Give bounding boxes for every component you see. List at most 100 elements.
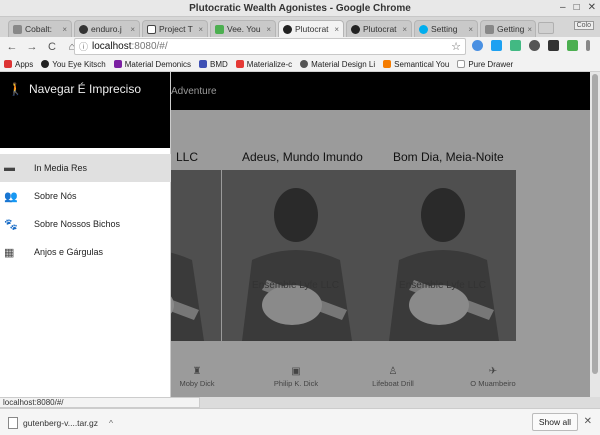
browser-tab[interactable]: Project T ×: [142, 20, 208, 37]
bottom-nav-item[interactable]: ✈ O Muambeiro: [453, 366, 533, 388]
airplane-icon: ✈: [488, 366, 498, 377]
menu-icon[interactable]: [586, 40, 590, 51]
bookmark-item[interactable]: Semantical You: [383, 60, 449, 69]
bookmark-label: BMD: [210, 59, 228, 69]
bookmark-label: Pure Drawer: [468, 59, 514, 69]
bookmark-item[interactable]: Material Design Li: [300, 60, 375, 69]
drawer-item-label: Anjos e Gárgulas: [34, 247, 104, 257]
bottom-nav-item[interactable]: ♙ Lifeboat Drill: [353, 366, 433, 388]
bottom-nav-item[interactable]: ▣ Philip K. Dick: [256, 366, 336, 388]
vue-icon: [215, 24, 224, 34]
drawer-item-sobre-nossos-bichos[interactable]: 🐾 Sobre Nossos Bichos: [0, 210, 171, 238]
bookmark-label: Apps: [15, 59, 34, 69]
tab-close-icon[interactable]: ×: [130, 25, 135, 34]
tab-label: Cobalt:: [25, 24, 52, 34]
chevron-up-icon[interactable]: ^: [109, 418, 113, 428]
bottom-nav-label: Philip K. Dick: [273, 379, 319, 388]
bookmark-item[interactable]: Apps: [4, 60, 33, 69]
extension-icon[interactable]: [548, 40, 559, 51]
bottom-nav-label: O Muambeiro: [470, 379, 516, 388]
browser-tab[interactable]: Vee. You ×: [210, 20, 276, 37]
bookmark-star-icon[interactable]: ☆: [451, 40, 461, 53]
browser-tab[interactable]: Plutocrat ×: [346, 20, 412, 37]
tab-close-icon[interactable]: ×: [527, 25, 532, 34]
drawer-item-anjos-e-gargulas[interactable]: ▦ Anjos e Gárgulas: [0, 238, 171, 266]
bookmark-label: Material Demonics: [124, 59, 191, 69]
extension-icon[interactable]: [529, 40, 540, 51]
biohazard-icon: [351, 24, 360, 34]
browser-tab[interactable]: Getting ×: [480, 20, 536, 37]
browser-tab[interactable]: Cobalt: ×: [8, 20, 72, 37]
close-window-button[interactable]: ✕: [588, 2, 596, 13]
card-photo[interactable]: Ensemble Lyfe LLC: [369, 170, 516, 341]
bookmark-item[interactable]: Pure Drawer: [457, 60, 513, 69]
browser-tab[interactable]: Setting ×: [414, 20, 478, 37]
tab-close-icon[interactable]: ×: [62, 25, 67, 34]
bookmark-label: Semantical You: [394, 59, 450, 69]
bookmark-label: Material Design Li: [311, 59, 376, 69]
tab-close-icon[interactable]: ×: [334, 25, 339, 34]
bookmark-item[interactable]: Material Demonics: [113, 59, 191, 69]
tab-label: Setting: [431, 24, 458, 34]
download-filename: gutenberg-v....tar.gz: [23, 417, 98, 428]
tab-label: Vee. You: [227, 24, 261, 34]
drawer-header: 🚶 Navegar É Impreciso: [0, 72, 170, 148]
bookmark-label: Materialize-c: [246, 59, 293, 69]
drawer-item-label: In Media Res: [34, 163, 88, 173]
bookmark-item[interactable]: You Eye Kitsch: [41, 60, 106, 69]
forward-button[interactable]: →: [26, 41, 38, 53]
bookmark-favicon-icon: [41, 60, 50, 68]
bookmark-item[interactable]: Materialize-c: [235, 59, 293, 69]
card-caption: Ensemble Lyfe LLC: [252, 280, 339, 291]
card-title: LLC: [176, 150, 199, 164]
tab-favicon-icon: [79, 24, 88, 34]
info-icon[interactable]: ⓘ: [79, 40, 88, 53]
file-icon: [8, 416, 18, 429]
guitarist-photo: [369, 170, 516, 341]
bookmark-favicon-icon: [300, 60, 309, 68]
guitarist-photo: [222, 170, 369, 341]
tab-label: Project T: [159, 24, 193, 34]
biohazard-icon: [283, 24, 292, 34]
bottom-nav-label: Lifeboat Drill: [372, 379, 414, 388]
new-tab-button[interactable]: [538, 22, 554, 34]
maximize-button[interactable]: □: [574, 2, 580, 13]
card-caption: Ensemble Lyfe LLC: [399, 280, 486, 291]
card-title: Bom Dia, Meia-Noite: [393, 150, 504, 164]
card-photo[interactable]: Ensemble Lyfe LLC: [222, 170, 369, 341]
browser-tab[interactable]: enduro.j ×: [74, 20, 140, 37]
download-shelf: gutenberg-v....tar.gz ^ Show all ✕: [0, 408, 600, 435]
browser-tab-active[interactable]: Plutocrat ×: [278, 20, 344, 37]
train-icon: ▬: [4, 162, 15, 174]
section-title[interactable]: Adventure: [171, 86, 217, 97]
tab-close-icon[interactable]: ×: [198, 25, 203, 34]
drawer-item-in-media-res[interactable]: ▬ In Media Res: [0, 154, 171, 182]
twitter-icon[interactable]: [491, 40, 502, 51]
scrollbar-thumb[interactable]: [592, 74, 598, 374]
reload-button[interactable]: C: [46, 41, 58, 53]
package-icon: ▣: [291, 366, 301, 377]
web-page: Adventure LLC Adeus, Mundo Imundo Bom Di…: [0, 72, 590, 397]
back-button[interactable]: ←: [6, 41, 18, 53]
show-all-button[interactable]: Show all: [531, 413, 578, 431]
tab-label: Plutocrat: [295, 24, 329, 34]
vue-devtools-icon[interactable]: [472, 40, 483, 51]
page-scrollbar[interactable]: [590, 72, 600, 397]
tab-strip: Cobalt: × enduro.j × Project T × Vee. You ×…: [0, 17, 600, 37]
download-item[interactable]: gutenberg-v....tar.gz ^: [8, 414, 128, 431]
address-bar[interactable]: ⓘ localhost:8080/#/ ☆: [74, 38, 466, 55]
tab-close-icon[interactable]: ×: [402, 25, 407, 34]
drawer-item-sobre-nos[interactable]: 👥 Sobre Nós: [0, 182, 171, 210]
close-shelf-button[interactable]: ✕: [584, 416, 592, 427]
tab-close-icon[interactable]: ×: [468, 25, 473, 34]
url-path: :8080/#/: [131, 41, 168, 52]
shield-icon[interactable]: [567, 40, 578, 51]
bookmark-item[interactable]: BMD: [199, 60, 228, 69]
profile-button[interactable]: Colo: [573, 21, 594, 30]
brand[interactable]: 🚶 Navegar É Impreciso: [8, 82, 141, 96]
vue-icon[interactable]: [510, 40, 521, 51]
bookmark-favicon-icon: [235, 60, 244, 68]
tab-favicon-icon: [13, 24, 22, 34]
minimize-button[interactable]: ‒: [560, 2, 566, 13]
tab-close-icon[interactable]: ×: [266, 25, 271, 34]
